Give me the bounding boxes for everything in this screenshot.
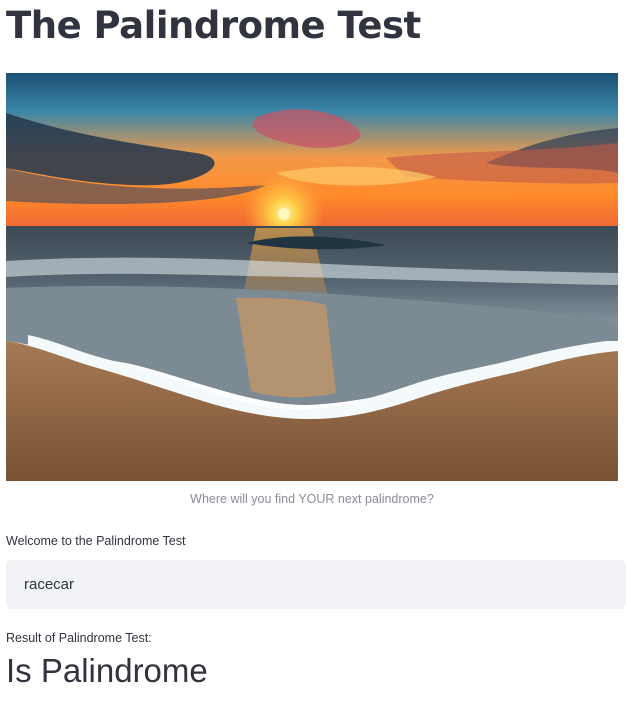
- result-label: Result of Palindrome Test:: [6, 631, 152, 645]
- result-value: Is Palindrome: [6, 652, 208, 689]
- input-label: Welcome to the Palindrome Test: [6, 534, 186, 548]
- image-caption: Where will you find YOUR next palindrome…: [190, 492, 434, 506]
- palindrome-text-input[interactable]: [22, 575, 610, 594]
- palindrome-text-input-container[interactable]: [6, 560, 626, 609]
- page-title: The Palindrome Test: [6, 4, 421, 47]
- sunset-beach-image: [6, 73, 618, 481]
